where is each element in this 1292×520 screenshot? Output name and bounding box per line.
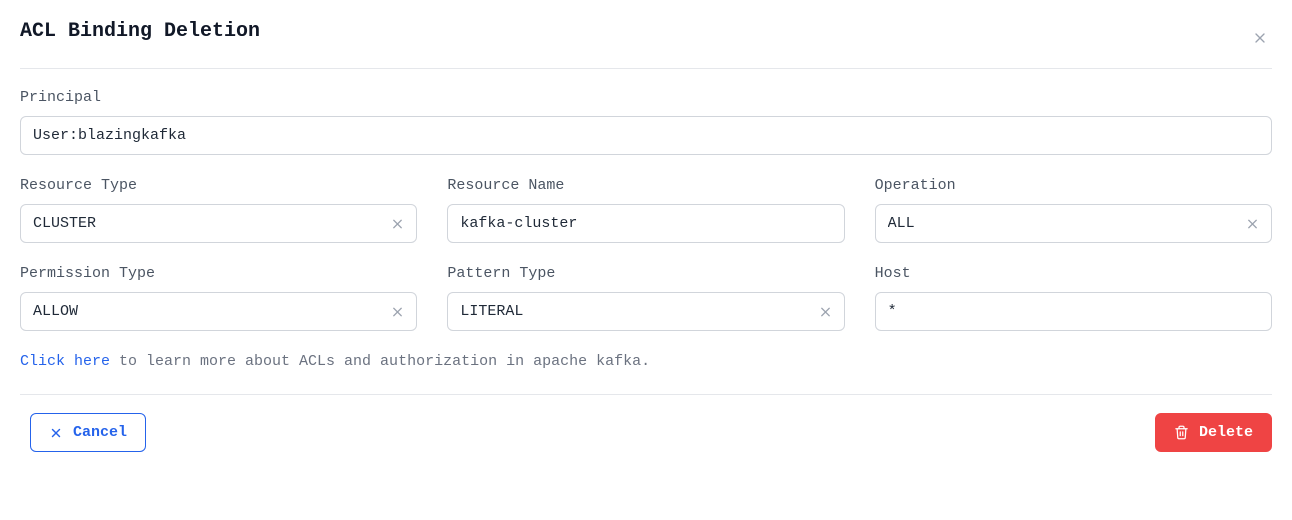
- trash-icon: [1174, 425, 1189, 440]
- principal-input[interactable]: [20, 116, 1272, 155]
- row-principal: Principal: [20, 89, 1272, 155]
- input-wrap-resource-type: [20, 204, 417, 243]
- row-resource: Resource Type Resource Name Operation: [20, 177, 1272, 243]
- group-permission-type: Permission Type: [20, 265, 417, 331]
- dialog-footer: Cancel Delete: [20, 395, 1272, 452]
- input-wrap-operation: [875, 204, 1272, 243]
- dialog-title: ACL Binding Deletion: [20, 20, 260, 43]
- close-icon: [1252, 30, 1268, 46]
- info-rest-text: to learn more about ACLs and authorizati…: [110, 353, 650, 370]
- input-wrap-host: [875, 292, 1272, 331]
- label-pattern-type: Pattern Type: [447, 265, 844, 282]
- info-line: Click here to learn more about ACLs and …: [20, 353, 1272, 395]
- resource-name-input[interactable]: [447, 204, 844, 243]
- clear-permission-type-button[interactable]: [386, 300, 409, 323]
- label-host: Host: [875, 265, 1272, 282]
- group-principal: Principal: [20, 89, 1272, 155]
- permission-type-input[interactable]: [20, 292, 417, 331]
- close-icon: [1245, 216, 1260, 231]
- close-icon: [390, 304, 405, 319]
- close-icon: [49, 426, 63, 440]
- operation-input[interactable]: [875, 204, 1272, 243]
- group-host: Host: [875, 265, 1272, 331]
- label-permission-type: Permission Type: [20, 265, 417, 282]
- group-operation: Operation: [875, 177, 1272, 243]
- label-operation: Operation: [875, 177, 1272, 194]
- group-resource-type: Resource Type: [20, 177, 417, 243]
- group-pattern-type: Pattern Type: [447, 265, 844, 331]
- cancel-button[interactable]: Cancel: [30, 413, 146, 452]
- acl-deletion-dialog: ACL Binding Deletion Principal Resource …: [0, 0, 1292, 472]
- input-wrap-permission-type: [20, 292, 417, 331]
- label-principal: Principal: [20, 89, 1272, 106]
- input-wrap-pattern-type: [447, 292, 844, 331]
- clear-pattern-type-button[interactable]: [814, 300, 837, 323]
- cancel-button-label: Cancel: [73, 424, 127, 441]
- clear-operation-button[interactable]: [1241, 212, 1264, 235]
- input-wrap-resource-name: [447, 204, 844, 243]
- close-icon: [818, 304, 833, 319]
- close-icon: [390, 216, 405, 231]
- clear-resource-type-button[interactable]: [386, 212, 409, 235]
- label-resource-name: Resource Name: [447, 177, 844, 194]
- host-input[interactable]: [875, 292, 1272, 331]
- group-resource-name: Resource Name: [447, 177, 844, 243]
- label-resource-type: Resource Type: [20, 177, 417, 194]
- resource-type-input[interactable]: [20, 204, 417, 243]
- delete-button-label: Delete: [1199, 424, 1253, 441]
- acl-docs-link[interactable]: Click here: [20, 353, 110, 370]
- dialog-header: ACL Binding Deletion: [20, 20, 1272, 69]
- pattern-type-input[interactable]: [447, 292, 844, 331]
- row-permission: Permission Type Pattern Type Host: [20, 265, 1272, 331]
- delete-button[interactable]: Delete: [1155, 413, 1272, 452]
- close-button[interactable]: [1248, 26, 1272, 50]
- input-wrap-principal: [20, 116, 1272, 155]
